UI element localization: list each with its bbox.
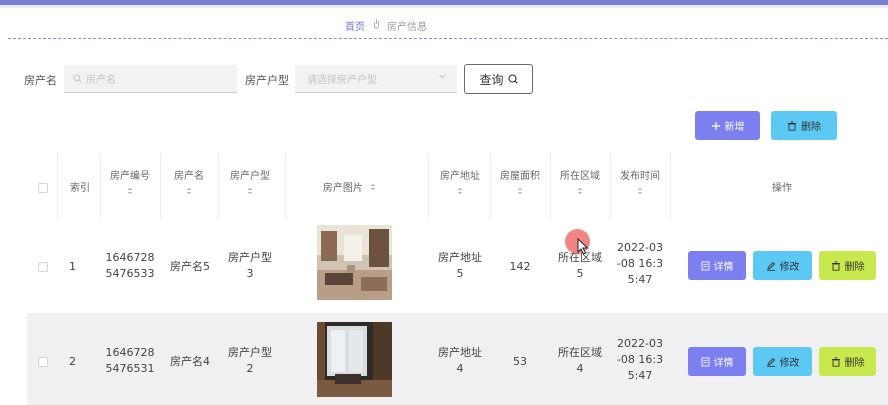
- type-select-placeholder: 请选择房产户型: [307, 75, 377, 86]
- plus-icon: [711, 121, 720, 130]
- search-icon: [507, 74, 518, 84]
- add-button[interactable]: 新增: [695, 111, 760, 140]
- delete-button[interactable]: 删除: [819, 251, 876, 280]
- detail-button[interactable]: 详情: [688, 347, 746, 376]
- sort-icon[interactable]: [636, 187, 644, 195]
- header-area[interactable]: 房屋面积: [494, 168, 546, 195]
- cell-index: 1: [69, 260, 76, 273]
- header-code[interactable]: 房产编号: [104, 168, 156, 195]
- cell-published: 2022-03 -08 16:3 5:47: [616, 241, 664, 286]
- document-icon: [701, 357, 709, 366]
- sort-icon[interactable]: [126, 187, 134, 195]
- edit-icon: [766, 261, 775, 271]
- sort-icon[interactable]: [369, 183, 377, 191]
- cell-type: 房产户型 3: [228, 251, 272, 280]
- search-icon: [73, 74, 82, 83]
- type-select-label: 房产户型: [245, 74, 289, 87]
- name-search-input[interactable]: 房产名: [64, 65, 237, 93]
- header-divider: [8, 38, 888, 39]
- mouse-pointer-icon: [577, 238, 589, 255]
- name-search-label: 房产名: [24, 74, 57, 87]
- cell-region: 所在区域 4: [558, 346, 602, 375]
- cell-published: 2022-03 -08 16:3 5:47: [616, 337, 664, 382]
- header-name[interactable]: 房产名: [164, 168, 214, 195]
- add-button-label: 新增: [724, 122, 745, 133]
- sort-icon[interactable]: [246, 187, 254, 195]
- breadcrumb: 首页 房产信息: [345, 17, 427, 33]
- cell-index: 2: [69, 355, 76, 368]
- breadcrumb-home[interactable]: 首页: [345, 18, 365, 33]
- edit-icon: [766, 357, 775, 367]
- type-select[interactable]: 请选择房产户型: [295, 65, 457, 93]
- cell-name: 房产名4: [170, 355, 210, 368]
- header-photo[interactable]: 房产图片: [314, 180, 386, 197]
- header-published[interactable]: 发布时间: [614, 168, 666, 195]
- cell-address: 房产地址 5: [438, 251, 482, 280]
- chevron-down-icon: [439, 74, 446, 79]
- top-bar-shadow: [0, 5, 888, 8]
- row-checkbox[interactable]: [38, 262, 48, 272]
- query-button[interactable]: 查询: [464, 64, 533, 94]
- cell-code: 1646728 5476531: [105, 346, 155, 375]
- header-index: 索引: [70, 183, 90, 194]
- breadcrumb-current: 房产信息: [387, 21, 427, 33]
- batch-delete-button-label: 删除: [801, 122, 821, 133]
- sort-icon[interactable]: [516, 187, 524, 195]
- delete-button[interactable]: 删除: [819, 347, 876, 376]
- batch-delete-button[interactable]: 删除: [771, 111, 837, 140]
- header-type[interactable]: 房产户型: [222, 168, 278, 195]
- trash-icon: [788, 121, 796, 131]
- breadcrumb-separator-icon: [373, 18, 380, 32]
- header-region[interactable]: 所在区域: [553, 168, 607, 195]
- property-photo[interactable]: [317, 322, 392, 397]
- row-checkbox[interactable]: [38, 357, 48, 367]
- document-icon: [701, 261, 709, 270]
- trash-icon: [831, 357, 840, 367]
- sort-icon[interactable]: [185, 187, 193, 195]
- cell-code: 1646728 5476533: [105, 251, 155, 280]
- select-all-checkbox[interactable]: [38, 183, 48, 193]
- header-address[interactable]: 房产地址: [433, 168, 487, 195]
- header-actions: 操作: [772, 183, 792, 194]
- edit-button[interactable]: 修改: [753, 347, 812, 376]
- query-button-label: 查询: [479, 72, 504, 87]
- cell-name: 房产名5: [170, 260, 210, 273]
- trash-icon: [831, 261, 840, 271]
- name-search-placeholder: 房产名: [86, 75, 116, 86]
- detail-button[interactable]: 详情: [688, 251, 746, 280]
- sort-icon[interactable]: [456, 187, 464, 195]
- edit-button[interactable]: 修改: [753, 251, 812, 280]
- cell-type: 房产户型 2: [228, 346, 272, 375]
- sort-icon[interactable]: [576, 187, 584, 195]
- cell-area: 142: [509, 260, 531, 273]
- cell-area: 53: [513, 355, 527, 368]
- cell-address: 房产地址 4: [438, 346, 482, 375]
- property-photo[interactable]: [317, 225, 392, 300]
